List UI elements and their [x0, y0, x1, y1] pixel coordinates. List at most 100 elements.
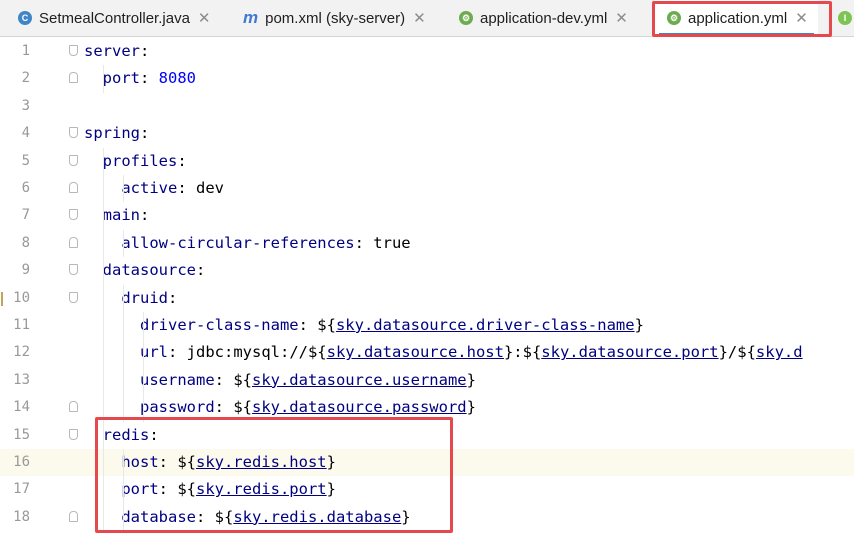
code-line[interactable]: 2 port: 8080 [0, 65, 854, 92]
fold-marker-icon[interactable] [69, 45, 78, 56]
yaml-key: main [84, 206, 140, 225]
yaml-value: : ${ [298, 316, 336, 334]
code-text: url: jdbc:mysql://${sky.datasource.host}… [84, 339, 803, 366]
yaml-value: : [168, 288, 178, 307]
fold-marker-icon[interactable] [69, 182, 78, 193]
line-number: 15 [13, 426, 30, 443]
yaml-value: 8080 [158, 69, 196, 88]
yaml-value: : [140, 124, 150, 143]
property-reference-link[interactable]: sky.datasource.host [327, 343, 504, 361]
yaml-value: : [140, 42, 150, 60]
yaml-value: }:${ [503, 343, 542, 362]
yaml-value: : ${ [214, 398, 252, 417]
yaml-key: server [84, 42, 140, 60]
tab-label: pom.xml (sky-server) [265, 9, 406, 27]
tab-pom-xml[interactable]: m pom.xml (sky-server) ✕ [243, 0, 426, 36]
indent-guide [103, 65, 104, 93]
line-number: 8 [21, 234, 30, 251]
fold-marker-icon[interactable] [69, 209, 78, 221]
property-reference-link[interactable]: sky.datasource.password [252, 398, 467, 416]
tab-application-dev-yml[interactable]: ⚙ application-dev.yml ✕ [459, 0, 628, 36]
close-icon[interactable]: ✕ [413, 9, 426, 27]
line-number: 2 [21, 70, 30, 87]
code-text: spring: [84, 120, 149, 147]
indent-guide [123, 284, 124, 422]
property-reference-link[interactable]: sky.datasource.username [252, 371, 467, 389]
yaml-value: : ${ [214, 370, 252, 389]
fold-marker-icon[interactable] [69, 428, 78, 440]
line-number: 13 [13, 371, 30, 388]
line-number: 12 [13, 344, 30, 361]
code-text: active: dev [84, 175, 224, 202]
line-number: 3 [21, 97, 30, 114]
yaml-value: : [195, 261, 206, 280]
yaml-value: : [140, 69, 159, 88]
code-line[interactable]: 6 active: dev [0, 175, 854, 202]
property-reference-link[interactable]: sky.datasource.driver-class-name [336, 316, 635, 334]
yaml-key: allow-circular-references [84, 233, 355, 252]
yaml-key: druid [84, 288, 168, 307]
line-number: 5 [21, 152, 30, 169]
line-number: 18 [13, 508, 30, 525]
yaml-key: driver-class-name [84, 316, 299, 334]
line-number: 6 [21, 180, 30, 196]
code-text: druid: [84, 285, 177, 312]
yaml-key: spring [84, 124, 140, 143]
code-line[interactable]: 8 allow-circular-references: true [0, 230, 854, 257]
code-text: allow-circular-references: true [84, 230, 411, 257]
yaml-value: : [140, 206, 150, 225]
code-line[interactable]: 13 username: ${sky.datasource.username} [0, 367, 854, 394]
yaml-value: } [466, 370, 476, 389]
code-line[interactable]: 11 driver-class-name: ${sky.datasource.d… [0, 312, 854, 339]
fold-marker-icon[interactable] [69, 291, 78, 303]
yaml-key: port [84, 69, 140, 88]
code-line[interactable]: 9 datasource: [0, 257, 854, 284]
code-line[interactable]: 4 spring: [0, 120, 854, 147]
yaml-value: }/${ [718, 343, 756, 362]
editor-tab-bar: C SetmealController.java ✕ m pom.xml (sk… [0, 0, 854, 37]
code-text: server: [84, 38, 149, 65]
tab-highlight-annotation [652, 1, 832, 37]
fold-marker-icon[interactable] [69, 401, 78, 413]
fold-marker-icon[interactable] [69, 510, 78, 522]
redis-config-highlight-annotation [95, 417, 453, 533]
yaml-key: url [84, 343, 168, 362]
indent-guide [123, 175, 124, 203]
fold-marker-icon[interactable] [69, 154, 78, 166]
java-class-icon: C [18, 11, 32, 25]
spring-yaml-icon: ⚙ [459, 11, 473, 25]
fold-marker-icon[interactable] [69, 72, 78, 84]
line-number: 1 [21, 43, 30, 59]
tab-next-partial[interactable]: I [838, 0, 854, 36]
property-reference-link[interactable]: sky.datasource.port [541, 343, 718, 361]
code-line[interactable]: 12 url: jdbc:mysql://${sky.datasource.ho… [0, 339, 854, 366]
yaml-key: active [84, 179, 178, 197]
code-text: port: 8080 [84, 65, 196, 92]
interface-icon: I [838, 11, 852, 25]
line-number: 4 [21, 125, 30, 142]
indent-guide [143, 312, 144, 422]
code-line[interactable]: 10 druid: [0, 285, 854, 312]
line-number: 10 [13, 289, 30, 306]
close-icon[interactable]: ✕ [198, 9, 211, 27]
yaml-value: : true [354, 233, 411, 252]
fold-marker-icon[interactable] [69, 236, 78, 248]
property-reference-link[interactable]: sky.d [756, 343, 803, 361]
line-number: 16 [13, 454, 30, 470]
tab-setmealcontroller-java[interactable]: C SetmealController.java ✕ [18, 0, 211, 36]
line-number: 9 [21, 262, 30, 279]
fold-marker-icon[interactable] [69, 264, 78, 276]
indent-guide [123, 229, 124, 258]
maven-icon: m [243, 8, 259, 27]
code-line[interactable]: 1 server: [0, 38, 854, 65]
line-number: 11 [13, 317, 30, 333]
code-line[interactable]: 3 [0, 93, 854, 120]
yaml-value: : jdbc:mysql://${ [168, 343, 327, 362]
code-line[interactable]: 5 profiles: [0, 148, 854, 175]
code-line[interactable]: 7 main: [0, 202, 854, 229]
fold-marker-icon[interactable] [69, 127, 78, 139]
line-number: 17 [13, 481, 30, 498]
close-icon[interactable]: ✕ [615, 9, 628, 27]
tab-label: application-dev.yml [480, 9, 608, 27]
code-text: main: [84, 202, 150, 229]
